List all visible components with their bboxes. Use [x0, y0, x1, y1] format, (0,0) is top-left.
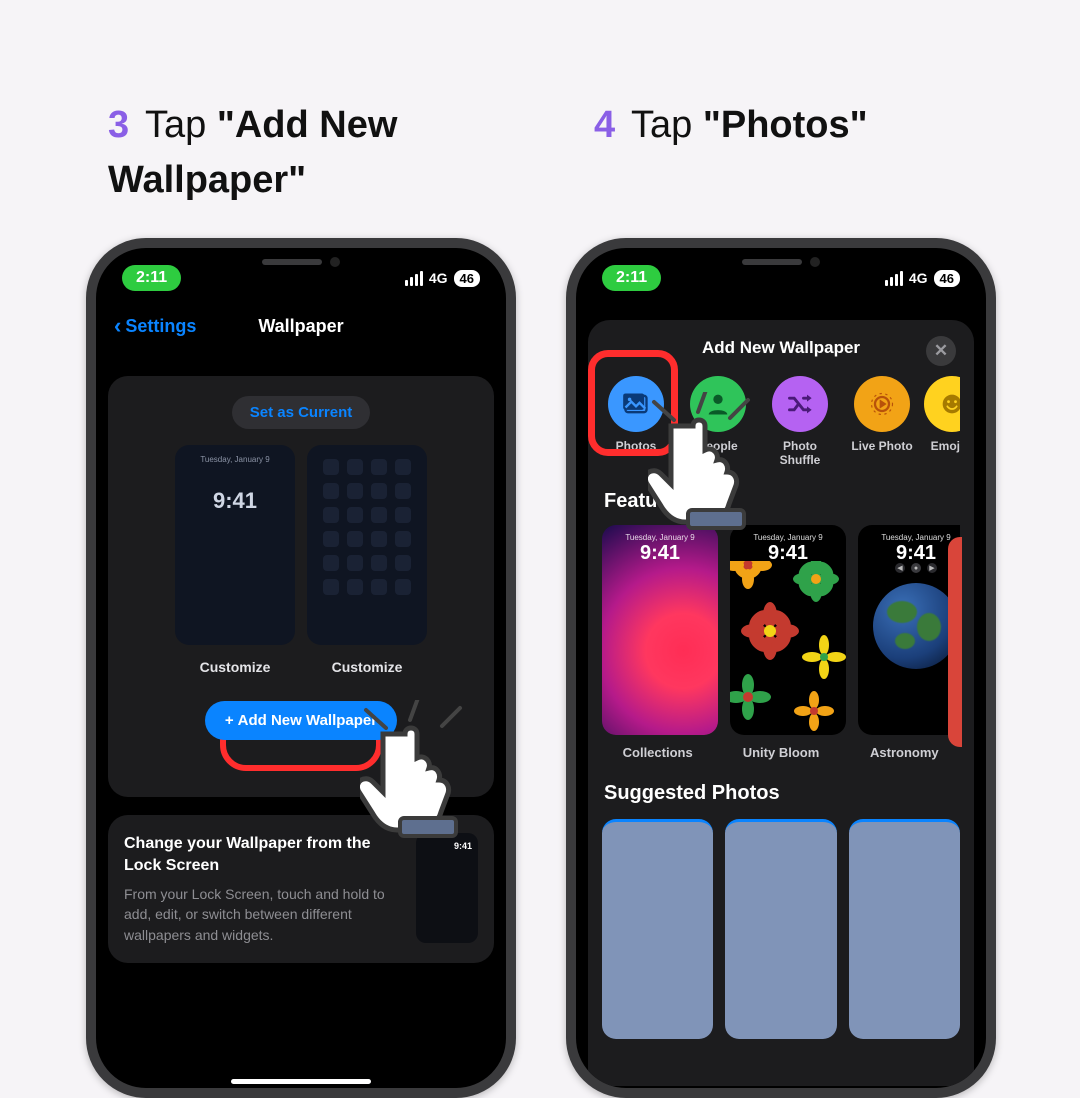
tip-body: From your Lock Screen, touch and hold to… — [124, 884, 402, 945]
category-photos[interactable]: Photos — [604, 376, 668, 468]
step-4-bold: "Photos" — [703, 104, 868, 146]
lockscreen-tip-card: Change your Wallpaper from the Lock Scre… — [108, 815, 494, 963]
tip-mini-time: 9:41 — [454, 841, 472, 851]
featured-title: Featured — [604, 490, 960, 513]
featured-label-astronomy: Astronomy — [849, 745, 960, 760]
customize-lock-button[interactable]: Customize — [175, 659, 295, 675]
suggested-row[interactable] — [602, 819, 960, 1039]
step-4-prefix: Tap — [631, 104, 703, 146]
featured-unity-bloom[interactable]: Tuesday, January 9 9:41 — [730, 525, 846, 735]
status-battery: 46 — [934, 270, 960, 287]
customize-home-button[interactable]: Customize — [307, 659, 427, 675]
featured-label-unity: Unity Bloom — [725, 745, 836, 760]
photo-icon — [622, 390, 650, 418]
status-bar: 2:11 4G 46 — [96, 258, 506, 298]
lockscreen-preview[interactable]: Tuesday, January 9 9:41 — [175, 445, 295, 645]
suggested-photo[interactable] — [849, 819, 960, 1039]
close-icon: ✕ — [934, 341, 948, 361]
livephoto-icon — [868, 390, 896, 418]
signal-icon — [405, 271, 423, 286]
suggested-title: Suggested Photos — [604, 782, 960, 805]
set-as-current-button[interactable]: Set as Current — [232, 396, 371, 429]
category-shuffle[interactable]: Photo Shuffle — [768, 376, 832, 468]
back-label: Settings — [125, 316, 196, 337]
featured-time: 9:41 — [640, 542, 680, 565]
status-time: 2:11 — [602, 265, 661, 291]
step-4-number: 4 — [594, 104, 621, 146]
status-network: 4G — [909, 270, 928, 286]
homescreen-preview[interactable] — [307, 445, 427, 645]
featured-time: 9:41 — [896, 542, 936, 565]
shuffle-icon — [786, 390, 814, 418]
featured-more-peek — [948, 537, 962, 747]
step-3-prefix: Tap — [145, 104, 217, 146]
page-title: Wallpaper — [258, 316, 343, 337]
category-emoji-label: Emoji — [931, 440, 960, 468]
tip-illustration: 9:41 — [416, 833, 478, 943]
category-row[interactable]: Photos People Photo Shuffle — [602, 376, 960, 468]
preview-date: Tuesday, January 9 — [200, 455, 269, 464]
category-people-label: People — [698, 440, 737, 468]
person-icon — [704, 390, 732, 418]
status-time: 2:11 — [122, 265, 181, 291]
category-photos-label: Photos — [616, 440, 657, 468]
category-livephoto-label: Live Photo — [851, 440, 912, 468]
featured-label-collections: Collections — [602, 745, 713, 760]
featured-row[interactable]: Tuesday, January 9 9:41 Tuesday, January… — [602, 525, 960, 735]
step-3-instruction: 3 Tap "Add New Wallpaper" — [108, 98, 528, 208]
suggested-photo[interactable] — [725, 819, 836, 1039]
emoji-icon — [938, 390, 960, 418]
tip-title: Change your Wallpaper from the Lock Scre… — [124, 833, 402, 876]
step-3-number: 3 — [108, 104, 135, 146]
featured-date: Tuesday, January 9 — [625, 533, 694, 542]
nav-bar: ‹ Settings Wallpaper — [108, 304, 494, 348]
add-wallpaper-sheet: Add New Wallpaper ✕ Photos — [588, 320, 974, 1086]
status-bar: 2:11 4G 46 — [576, 258, 986, 298]
app-grid-icon — [323, 459, 411, 595]
featured-astronomy[interactable]: Tuesday, January 9 9:41 ◀●▶ — [858, 525, 960, 735]
plus-icon: + — [225, 712, 234, 729]
category-people[interactable]: People — [686, 376, 750, 468]
featured-date: Tuesday, January 9 — [881, 533, 950, 542]
featured-collections[interactable]: Tuesday, January 9 9:41 — [602, 525, 718, 735]
step-4-instruction: 4 Tap "Photos" — [594, 98, 1014, 153]
astronomy-dots: ◀●▶ — [895, 563, 937, 573]
wallpaper-pair-card: Set as Current Tuesday, January 9 9:41 — [108, 376, 494, 797]
status-network: 4G — [429, 270, 448, 286]
back-button[interactable]: ‹ Settings — [114, 313, 196, 339]
close-button[interactable]: ✕ — [926, 336, 956, 366]
category-shuffle-label: Photo Shuffle — [768, 440, 832, 468]
preview-time: 9:41 — [213, 488, 257, 514]
category-emoji[interactable]: Emoji — [932, 376, 960, 468]
signal-icon — [885, 271, 903, 286]
featured-date: Tuesday, January 9 — [753, 533, 822, 542]
suggested-photo[interactable] — [602, 819, 713, 1039]
phone-step-3: 2:11 4G 46 ‹ Settings Wallpaper Set as C… — [86, 238, 516, 1098]
add-button-label: Add New Wallpaper — [238, 712, 377, 729]
status-battery: 46 — [454, 270, 480, 287]
phone-step-4: 2:11 4G 46 Add New Wallpaper ✕ — [566, 238, 996, 1098]
add-new-wallpaper-button[interactable]: + Add New Wallpaper — [205, 701, 397, 740]
category-livephoto[interactable]: Live Photo — [850, 376, 914, 468]
earth-icon — [873, 583, 959, 669]
sheet-title: Add New Wallpaper — [702, 338, 860, 358]
chevron-left-icon: ‹ — [114, 313, 121, 339]
